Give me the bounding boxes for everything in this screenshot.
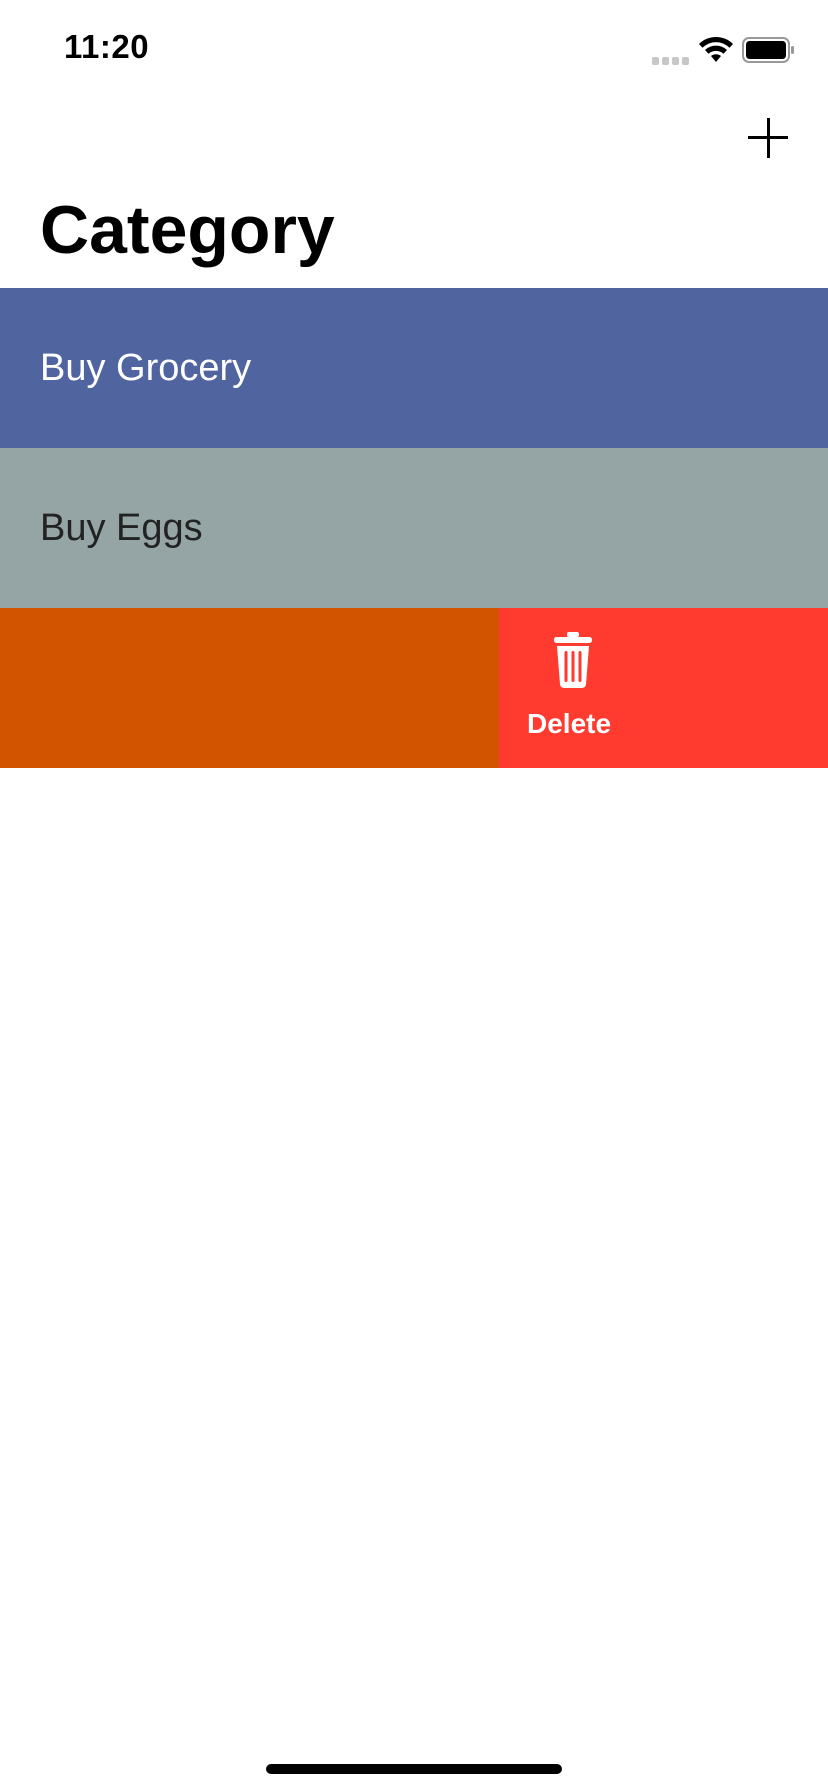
battery-icon	[742, 37, 794, 63]
delete-button[interactable]	[499, 608, 828, 768]
app-screen: 11:20 Category Buy Grocery Buy Eggs Dele…	[0, 0, 828, 1792]
home-indicator[interactable]	[266, 1764, 562, 1774]
status-bar: 11:20	[0, 0, 828, 100]
status-time: 11:20	[64, 28, 150, 65]
list-item-label: Buy Eggs	[40, 507, 203, 549]
list-item-label: Buy Grocery	[40, 347, 252, 389]
cellular-signal-icon	[652, 52, 692, 65]
list-item[interactable]: Buy Grocery	[0, 288, 828, 448]
wifi-icon	[699, 36, 733, 62]
category-list: Buy Grocery Buy Eggs Delete	[0, 288, 828, 768]
list-item[interactable]: Buy Eggs	[0, 448, 828, 608]
list-item-swiped[interactable]: Delete	[0, 608, 828, 768]
delete-label: Delete	[527, 708, 612, 739]
page-title: Category	[40, 192, 335, 268]
trash-icon	[554, 632, 592, 688]
add-button[interactable]	[744, 114, 792, 162]
